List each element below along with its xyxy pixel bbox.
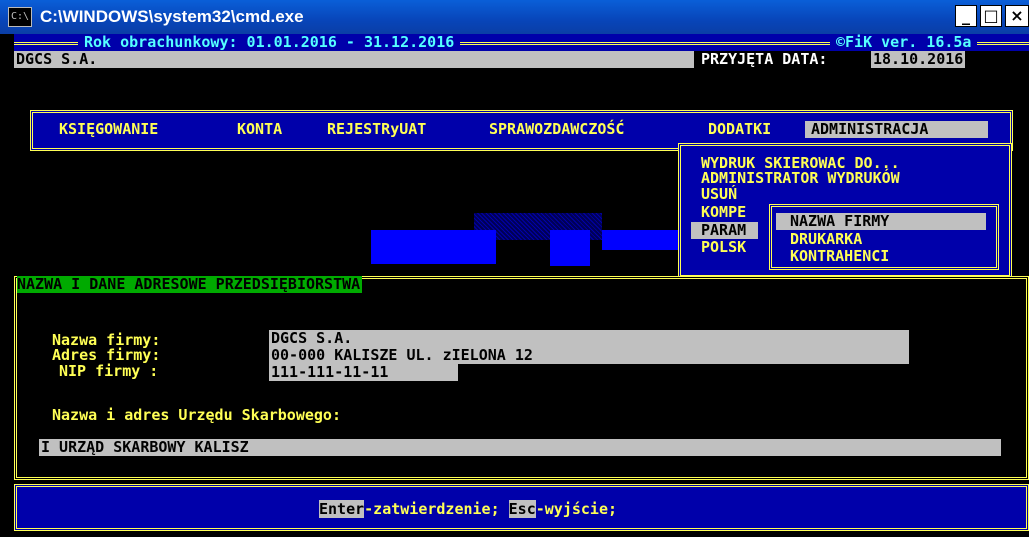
param-submenu: NAZWA FIRMY DRUKARKA KONTRAHENCI (769, 204, 999, 270)
company-name: DGCS S.A. (16, 50, 98, 68)
submenu-item-usun[interactable]: USUŃ (701, 186, 737, 203)
menu-item-administracja[interactable]: ADMINISTRACJA (805, 121, 988, 138)
menu-item-ksiegowanie[interactable]: KSIĘGOWANIE (59, 121, 158, 138)
console-area: Rok obrachunkowy: 01.01.2016 - 31.12.201… (14, 34, 1029, 537)
header-top-band: Rok obrachunkowy: 01.01.2016 - 31.12.201… (14, 34, 1029, 51)
window-title: C:\WINDOWS\system32\cmd.exe (40, 7, 304, 26)
param-item-drukarka[interactable]: DRUKARKA (790, 231, 862, 248)
tax-office-label: Nazwa i adres Urzędu Skarbowego: (52, 406, 341, 424)
menu-item-sprawozdawczosc[interactable]: SPRAWOZDAWCZOŚĆ (489, 121, 624, 138)
company-data-dialog: NAZWA I DANE ADRESOWE PRZEDSIĘBIORSTWA N… (14, 276, 1029, 480)
enter-key[interactable]: Enter (319, 500, 365, 518)
status-bar: Enter-zatwierdzenie; Esc-wyjście; (14, 484, 1029, 531)
enter-hint: -zatwierdzenie; (364, 500, 509, 518)
menu-item-dodatki[interactable]: DODATKI (708, 121, 771, 138)
window-title-bar[interactable]: C:\ C:\WINDOWS\system32\cmd.exe _ □ × (0, 0, 1029, 34)
minimize-button[interactable]: _ (955, 5, 977, 27)
nip-field[interactable]: 111-111-11-11 (269, 364, 458, 381)
submenu-item-kompe[interactable]: KOMPE (701, 204, 746, 221)
esc-hint: -wyjście; (535, 500, 618, 518)
company-name-bar: DGCS S.A. (14, 51, 694, 68)
background-block (371, 230, 496, 264)
submenu-item-param[interactable]: PARAM (691, 222, 758, 239)
menu-item-konta[interactable]: KONTA (237, 121, 282, 138)
nip-value: 111-111-11-11 (271, 363, 389, 381)
tax-office-value: I URZĄD SKARBOWY KALISZ (41, 438, 249, 456)
accepted-date-label: PRZYJĘTA DATA: (701, 50, 828, 68)
status-hints: Enter-zatwierdzenie; Esc-wyjście; (319, 499, 617, 518)
company-name-value: DGCS S.A. (271, 329, 353, 347)
param-item-nazwa-firmy[interactable]: NAZWA FIRMY (776, 213, 986, 230)
param-item-kontrahenci[interactable]: KONTRAHENCI (790, 248, 889, 265)
program-version: ©FiK ver. 16.5a (830, 34, 978, 51)
tax-office-field[interactable]: I URZĄD SKARBOWY KALISZ (39, 439, 1001, 456)
nip-label: NIP firmy : (59, 362, 159, 380)
dialog-title: NAZWA I DANE ADRESOWE PRZEDSIĘBIORSTWA (17, 275, 363, 293)
background-block (550, 230, 590, 266)
esc-key[interactable]: Esc (508, 500, 536, 518)
accepted-date-value[interactable]: 18.10.2016 (871, 51, 966, 68)
close-button[interactable]: × (1005, 5, 1029, 27)
fiscal-year-label: Rok obrachunkowy: 01.01.2016 - 31.12.201… (78, 34, 461, 51)
company-name-field[interactable]: DGCS S.A. (269, 330, 909, 347)
menu-item-rejestry[interactable]: REJESTRyUAT (327, 121, 426, 138)
company-address-field[interactable]: 00-000 KALISZE UL. zIELONA 12 (269, 347, 909, 364)
cmd-icon[interactable]: C:\ (8, 7, 32, 27)
submenu-item-polsk[interactable]: POLSK (701, 239, 746, 256)
maximize-button[interactable]: □ (980, 5, 1002, 27)
company-address-value: 00-000 KALISZE UL. zIELONA 12 (271, 346, 533, 364)
